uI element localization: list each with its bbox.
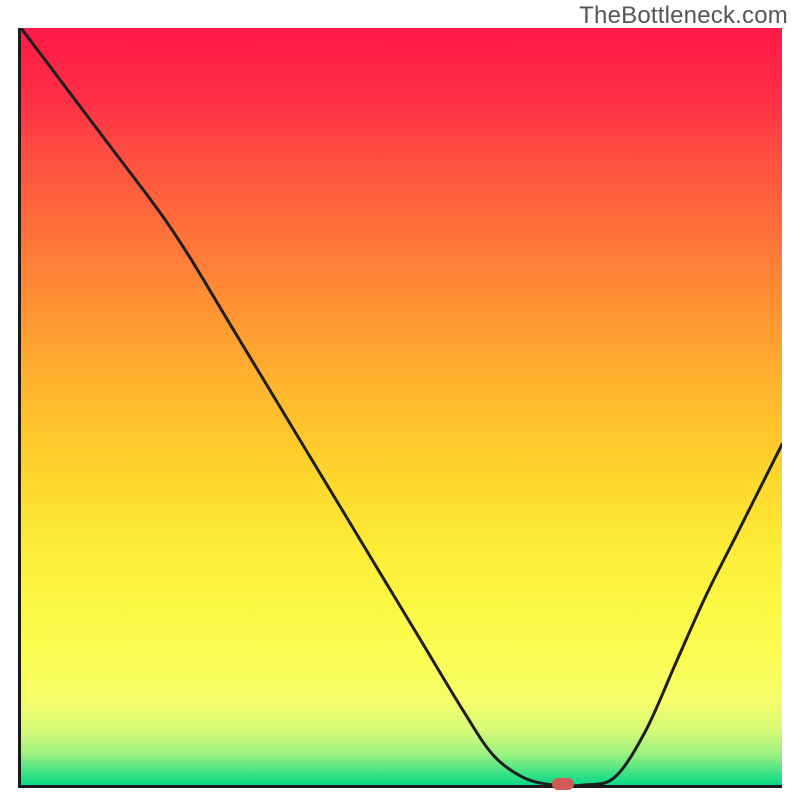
plot-area	[18, 28, 782, 788]
watermark-text: TheBottleneck.com	[579, 2, 788, 30]
bottleneck-curve-path	[21, 28, 782, 785]
curve-svg	[21, 28, 782, 785]
optimum-marker	[552, 778, 574, 790]
chart-frame: TheBottleneck.com	[0, 0, 800, 800]
